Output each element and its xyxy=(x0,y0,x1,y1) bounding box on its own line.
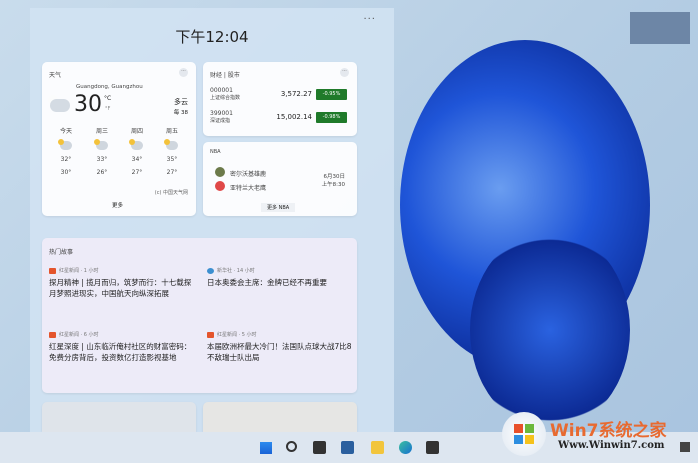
team2: 亚特兰大老鹰 xyxy=(230,185,267,192)
weather-location: Guangdong, Guangzhou xyxy=(76,84,143,90)
forecast-day: 周五 35° 27° xyxy=(164,128,178,176)
news-source-icon xyxy=(49,267,56,274)
game-time: 上午8:30 xyxy=(321,182,345,188)
windows-start-icon[interactable] xyxy=(259,441,272,454)
windows7-orb-icon xyxy=(502,412,546,456)
nba-title: NBA xyxy=(210,149,221,155)
hawks-logo-icon xyxy=(215,181,225,191)
wallpaper-bloom-2 xyxy=(470,230,630,430)
widgets-icon[interactable] xyxy=(341,441,354,454)
image-card[interactable] xyxy=(42,402,196,432)
thunder-icon xyxy=(129,139,143,150)
weather-aqi: 每 38 xyxy=(173,110,188,116)
nba-more-link[interactable]: 更多 NBA xyxy=(261,203,296,212)
stories-title: 热门故事 xyxy=(49,249,74,256)
news-item[interactable]: 新华社 · 14 小时 日本奥委会主席：金牌已经不再重要 xyxy=(207,267,355,288)
thunder-icon xyxy=(164,139,178,150)
image-card[interactable] xyxy=(203,402,357,432)
news-item[interactable]: 红星新闻 · 6 小时 红星深度 | 山东临沂俺村社区的财富密码：免费分房背后，投… xyxy=(49,331,197,363)
finance-more-button[interactable]: ··· xyxy=(340,68,349,77)
news-source-icon xyxy=(49,331,56,338)
forecast-day: 周四 34° 27° xyxy=(129,128,143,176)
weather-more-link[interactable]: 更多 xyxy=(112,201,123,209)
weather-more-button[interactable]: ··· xyxy=(179,68,188,77)
file-explorer-icon[interactable] xyxy=(371,441,384,454)
news-item[interactable]: 红星新闻 · 1 小时 探月精神 | 揽月而归，筑梦而行：十七载探月梦照进现实，中… xyxy=(49,267,197,299)
news-source-icon xyxy=(207,267,214,274)
change-badge: -0.98% xyxy=(316,112,347,123)
weather-temp: 30 xyxy=(74,92,102,117)
news-source-icon xyxy=(207,331,214,338)
stock-row[interactable]: 000001 上证综合指数 3,572.27 -0.95% xyxy=(210,87,357,109)
game-date: 6月30日 xyxy=(323,174,346,180)
widgets-panel: 下午12:04 ··· 天气 ··· Guangdong, Guangzhou … xyxy=(30,8,394,432)
panel-more-button[interactable]: ··· xyxy=(363,14,376,25)
nba-card[interactable]: NBA 密尔沃基雄鹿 亚特兰大老鹰 6月30日 上午8:30 更多 NBA xyxy=(203,142,357,216)
task-view-icon[interactable] xyxy=(313,441,326,454)
rain-icon xyxy=(58,139,72,150)
forecast-day: 今天 32° 30° xyxy=(58,128,72,176)
unit-fahrenheit[interactable]: °F xyxy=(105,106,110,112)
cloud-sun-icon xyxy=(48,95,70,112)
blurred-area xyxy=(630,12,690,44)
watermark-logo: Win7系统之家 Www.Winwin7.com xyxy=(502,412,698,463)
store-icon[interactable] xyxy=(426,441,439,454)
forecast-day: 周三 33° 26° xyxy=(94,128,108,176)
stock-row[interactable]: 399001 深证成指 15,002.14 -0.98% xyxy=(210,110,357,132)
weather-condition: 多云 xyxy=(174,98,188,106)
finance-card[interactable]: 财经 | 股市 ··· 000001 上证综合指数 3,572.27 -0.95%… xyxy=(203,62,357,136)
thunder-icon xyxy=(94,139,108,150)
search-icon[interactable] xyxy=(286,441,297,452)
change-badge: -0.95% xyxy=(316,89,347,100)
watermark-brand: Win7系统之家 xyxy=(550,421,667,441)
news-item[interactable]: 红星新闻 · 5 小时 本届欧洲杯最大冷门！法国队点球大战7比8不敌瑞士队出局 xyxy=(207,331,355,363)
weather-title: 天气 xyxy=(49,72,62,79)
unit-celsius[interactable]: °C xyxy=(104,95,111,102)
panel-clock: 下午12:04 xyxy=(175,28,249,46)
watermark-url: Www.Winwin7.com xyxy=(558,440,665,451)
weather-source[interactable]: (c) 中国天气网 xyxy=(155,189,188,196)
team1: 密尔沃基雄鹿 xyxy=(230,171,267,178)
bucks-logo-icon xyxy=(215,167,225,177)
top-stories-card: 热门故事 红星新闻 · 1 小时 探月精神 | 揽月而归，筑梦而行：十七载探月梦照… xyxy=(42,238,357,393)
edge-icon[interactable] xyxy=(399,441,412,454)
weather-card[interactable]: 天气 ··· Guangdong, Guangzhou 30 °C °F 多云 … xyxy=(42,62,196,216)
finance-title: 财经 | 股市 xyxy=(210,72,240,79)
